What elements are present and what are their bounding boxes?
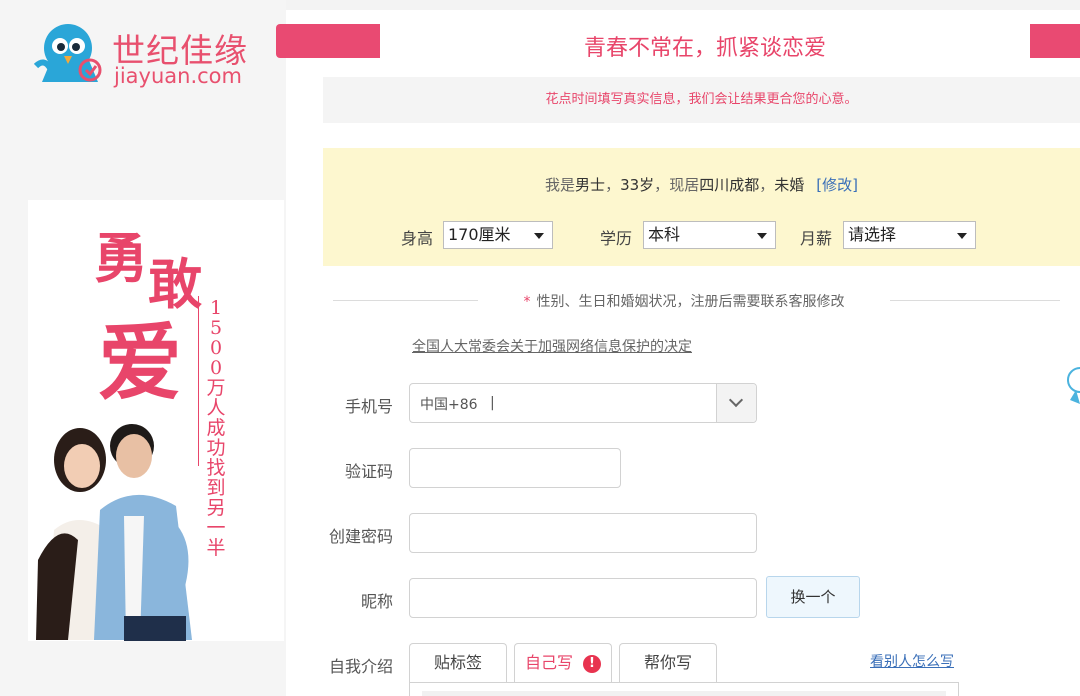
country-code: 中国+86 — [420, 397, 478, 413]
page-headline: 青春不常在，抓紧谈恋爱 — [583, 36, 826, 61]
change-nickname-button[interactable]: 换一个 — [766, 576, 860, 618]
couple-photo — [36, 424, 192, 641]
profile-summary-box: 我是男士，33岁，现居四川成都，未婚 [修改] 身高 170厘米 学历 本科 月薪… — [323, 148, 1080, 266]
intro-textarea[interactable] — [422, 691, 946, 696]
see-examples-link[interactable]: 看别人怎么写 — [870, 651, 954, 671]
education-label: 学历 — [600, 229, 633, 248]
phone-label: 手机号 — [344, 397, 393, 416]
chevron-down-icon — [728, 392, 744, 408]
ad-word-love: 爱 — [98, 313, 183, 412]
divider-left — [333, 300, 478, 301]
summary-prefix: 我是 — [545, 176, 576, 194]
code-label: 验证码 — [344, 462, 393, 481]
brand-domain: jiayuan.com — [114, 64, 242, 88]
age-value: 33岁 — [620, 176, 655, 194]
text-caret: | — [490, 395, 495, 411]
law-link[interactable]: 全国人大常委会关于加强网络信息保护的决定 — [412, 336, 692, 356]
warning-icon: ! — [583, 655, 601, 673]
intro-tab-body — [409, 682, 959, 696]
password-label: 创建密码 — [328, 527, 393, 546]
profile-lock-notice: * 性别、生日和婚姻状况，注册后需要联系客服修改 — [478, 291, 890, 311]
marital-value: 未婚 — [774, 176, 805, 194]
left-column: 世纪佳缘 jiayuan.com 勇 敢 爱 1500万人成功找到另一半 — [0, 0, 286, 696]
phone-input[interactable]: 中国+86 | — [409, 383, 757, 423]
jiayuan-logo[interactable]: 世纪佳缘 jiayuan.com — [34, 20, 274, 90]
education-select[interactable]: 本科 — [643, 221, 776, 249]
dropdown-arrow-icon — [757, 233, 767, 239]
height-label: 身高 — [401, 229, 434, 248]
nickname-input[interactable] — [409, 578, 757, 618]
tab-help-write[interactable]: 帮你写 — [619, 643, 717, 683]
tab-help-write-label: 帮你写 — [643, 653, 692, 672]
gender-value: 男士 — [575, 176, 606, 194]
dropdown-arrow-icon — [957, 233, 967, 239]
tab-tags[interactable]: 贴标签 — [409, 643, 507, 683]
city-value: 四川成都 — [699, 176, 760, 194]
bird-mascot-icon[interactable] — [1066, 360, 1080, 406]
intro-label: 自我介绍 — [328, 657, 393, 676]
promo-banner[interactable]: 勇 敢 爱 1500万人成功找到另一半 — [28, 200, 284, 641]
required-star: * — [523, 294, 531, 310]
tip-bar: 花点时间填写真实信息，我们会让结果更合您的心意。 — [323, 77, 1080, 123]
verification-code-input[interactable] — [409, 448, 621, 488]
notice-text: 性别、生日和婚姻状况，注册后需要联系客服修改 — [536, 294, 845, 310]
income-label: 月薪 — [800, 229, 833, 248]
height-select-value: 170厘米 — [448, 225, 511, 244]
modify-link[interactable]: [修改] — [816, 176, 858, 194]
tab-write-own[interactable]: 自己写! — [514, 643, 612, 683]
bird-mascot-icon — [34, 24, 102, 82]
ribbon-right — [1030, 24, 1080, 58]
tab-tags-label: 贴标签 — [433, 653, 482, 672]
height-select[interactable]: 170厘米 — [443, 221, 553, 249]
income-select[interactable]: 请选择 — [843, 221, 976, 249]
password-input[interactable] — [409, 513, 757, 553]
profile-summary: 我是男士，33岁，现居四川成都，未婚 [修改] — [545, 176, 858, 194]
ad-word-brave: 勇 — [94, 226, 148, 290]
nickname-label: 昵称 — [360, 592, 393, 611]
country-code-dropdown[interactable] — [716, 384, 756, 422]
income-select-value: 请选择 — [848, 225, 897, 244]
city-prefix: 现居 — [669, 176, 700, 194]
ribbon-left — [276, 24, 380, 58]
divider-right — [890, 300, 1060, 301]
education-select-value: 本科 — [648, 225, 681, 244]
dropdown-arrow-icon — [534, 233, 544, 239]
tab-write-own-label: 自己写 — [524, 653, 573, 672]
